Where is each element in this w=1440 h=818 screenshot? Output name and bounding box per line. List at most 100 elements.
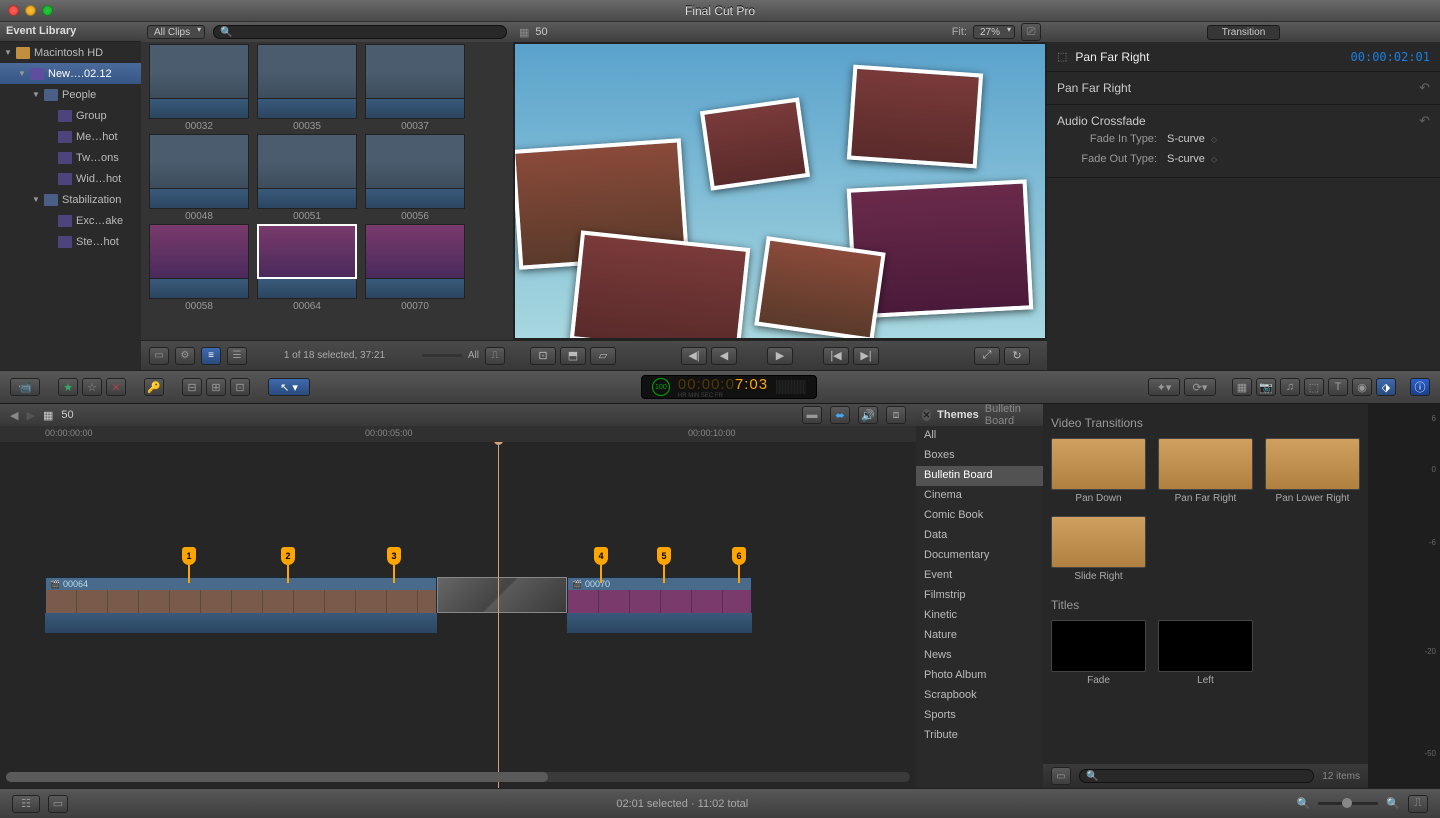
fx-category[interactable]: Nature <box>916 626 1043 646</box>
clip-thumbnail[interactable]: 00037 <box>365 44 465 132</box>
keyword-button[interactable]: 🔑 <box>144 378 164 396</box>
zoom-slider[interactable] <box>1318 802 1378 805</box>
fx-thumbnail[interactable]: Pan Down <box>1051 438 1146 504</box>
next-frame[interactable]: ▶| <box>853 347 879 365</box>
timeline-fwd[interactable]: ▶ <box>26 409 34 422</box>
playhead[interactable] <box>498 442 499 788</box>
gear-menu[interactable]: ⚙ <box>175 347 195 365</box>
tree-item[interactable]: Exc…ake <box>0 210 141 231</box>
reset-icon[interactable]: ↶ <box>1419 80 1430 96</box>
marker-6[interactable]: 6 <box>732 547 746 565</box>
marker-3[interactable]: 3 <box>387 547 401 565</box>
tree-item[interactable]: Ste…hot <box>0 231 141 252</box>
skimming-toggle[interactable]: ⬌ <box>830 406 850 424</box>
play-button[interactable]: ▶ <box>767 347 793 365</box>
close-button[interactable] <box>8 5 19 16</box>
inspector-timecode[interactable]: 00:00:02:01 <box>1351 50 1430 64</box>
music-button[interactable]: ♫ <box>1280 378 1300 396</box>
tree-item[interactable]: People <box>0 84 141 105</box>
tree-item[interactable]: Group <box>0 105 141 126</box>
clip-thumbnail[interactable]: 00056 <box>365 134 465 222</box>
clip-height[interactable]: ⎍ <box>1408 795 1428 813</box>
transform-tool[interactable]: ⊡ <box>530 347 556 365</box>
fx-category[interactable]: Filmstrip <box>916 586 1043 606</box>
fx-thumbnail[interactable]: Left <box>1158 620 1253 686</box>
prev-edit[interactable]: ◀| <box>681 347 707 365</box>
fx-thumbnail[interactable]: Pan Lower Right <box>1265 438 1360 504</box>
play-reverse[interactable]: ◀ <box>711 347 737 365</box>
clip-thumbnail[interactable]: 00051 <box>257 134 357 222</box>
zoom-dropdown[interactable]: 27% <box>973 25 1015 39</box>
inspector-toggle[interactable]: ⓘ <box>1410 378 1430 396</box>
view-mode-1[interactable]: ≡ <box>201 347 221 365</box>
marker-2[interactable]: 2 <box>281 547 295 565</box>
browser-search[interactable]: 🔍 <box>213 25 507 39</box>
timeline-back[interactable]: ◀ <box>10 409 18 422</box>
minimize-button[interactable] <box>25 5 36 16</box>
tree-item[interactable]: Wid…hot <box>0 168 141 189</box>
fx-category[interactable]: Sports <box>916 706 1043 726</box>
loop-button[interactable]: ↻ <box>1004 347 1030 365</box>
fx-category[interactable]: News <box>916 646 1043 666</box>
fx-category[interactable]: Data <box>916 526 1043 546</box>
filter-dropdown[interactable]: All Clips <box>147 25 205 39</box>
clip-thumbnail[interactable]: 00032 <box>149 44 249 132</box>
fx-category[interactable]: Event <box>916 566 1043 586</box>
param-value[interactable]: S-curve <box>1167 153 1217 165</box>
fx-category[interactable]: Scrapbook <box>916 686 1043 706</box>
timeline-transition[interactable] <box>437 577 567 613</box>
zoom-button[interactable] <box>42 5 53 16</box>
viewer-settings[interactable]: ⎚ <box>1021 23 1041 41</box>
event-library-tree[interactable]: Macintosh HDNew….02.12PeopleGroupMe…hotT… <box>0 42 141 370</box>
fx-view-toggle[interactable]: ▭ <box>1051 767 1071 785</box>
timeline-clip-2-audio[interactable] <box>567 613 752 633</box>
fx-close-icon[interactable]: ✕ <box>922 409 931 421</box>
clip-thumbnail[interactable]: 00058 <box>149 224 249 312</box>
zoom-in-icon[interactable]: 🔍 <box>1386 797 1400 810</box>
view-mode-2[interactable]: ☰ <box>227 347 247 365</box>
param-value[interactable]: S-curve <box>1167 133 1217 145</box>
snap-toggle[interactable]: ▬ <box>802 406 822 424</box>
titles-button[interactable]: T <box>1328 378 1348 396</box>
toggle-audio-wave[interactable]: ⎍ <box>485 347 505 365</box>
zoom-out-icon[interactable]: 🔍 <box>1297 797 1311 810</box>
timeline-index-button[interactable]: ☷ <box>12 795 40 813</box>
fx-thumbnail[interactable]: Slide Right <box>1051 516 1146 582</box>
reject-button[interactable]: ✕ <box>106 378 126 396</box>
timeline-clip-2[interactable]: 00070 <box>567 577 752 613</box>
append-clip[interactable]: ⊡ <box>230 378 250 396</box>
fx-category[interactable]: Cinema <box>916 486 1043 506</box>
fx-category[interactable]: Kinetic <box>916 606 1043 626</box>
fx-category[interactable]: Tribute <box>916 726 1043 746</box>
unfavorite-button[interactable]: ☆ <box>82 378 102 396</box>
clip-thumbnail[interactable]: 00070 <box>365 224 465 312</box>
fx-search[interactable]: 🔍 <box>1079 769 1314 783</box>
audio-skim[interactable]: 🔊 <box>858 406 878 424</box>
distort-tool[interactable]: ▱ <box>590 347 616 365</box>
inspector-tab-transition[interactable]: Transition <box>1207 25 1281 40</box>
timeline-clip-1[interactable]: 00064 <box>45 577 437 613</box>
prev-frame[interactable]: |◀ <box>823 347 849 365</box>
enhance-menu[interactable]: ✦▾ <box>1148 378 1180 396</box>
marker-4[interactable]: 4 <box>594 547 608 565</box>
import-button[interactable]: 📹 <box>10 378 40 396</box>
fx-thumbnail[interactable]: Fade <box>1051 620 1146 686</box>
marker-1[interactable]: 1 <box>182 547 196 565</box>
timeline-clip-1-audio[interactable] <box>45 613 437 633</box>
tree-item[interactable]: Me…hot <box>0 126 141 147</box>
fullscreen-button[interactable]: ⤢ <box>974 347 1000 365</box>
photos-button[interactable]: 📷 <box>1256 378 1276 396</box>
fx-thumbnail[interactable]: Pan Far Right <box>1158 438 1253 504</box>
clip-thumbnail[interactable]: 00064 <box>257 224 357 312</box>
reset-icon[interactable]: ↶ <box>1419 113 1430 129</box>
fx-category[interactable]: Bulletin Board <box>916 466 1043 486</box>
fx-category[interactable]: All <box>916 426 1043 446</box>
connect-clip[interactable]: ⊟ <box>182 378 202 396</box>
insert-clip[interactable]: ⊞ <box>206 378 226 396</box>
tree-item[interactable]: Tw…ons <box>0 147 141 168</box>
fx-category[interactable]: Boxes <box>916 446 1043 466</box>
tree-item[interactable]: Stabilization <box>0 189 141 210</box>
tree-item[interactable]: New….02.12 <box>0 63 141 84</box>
timeline[interactable]: ◀ ▶ ▦ 50 ▬ ⬌ 🔊 ⧈ 00:00:00:00 00:00:05:00… <box>0 404 916 788</box>
timeline-ruler[interactable]: 00:00:00:00 00:00:05:00 00:00:10:00 <box>0 426 916 442</box>
